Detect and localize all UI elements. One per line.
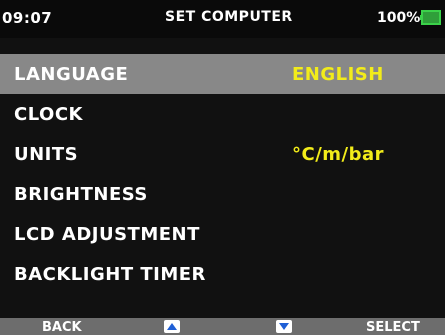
menu-item-lcd-adjustment[interactable]: LCD ADJUSTMENT xyxy=(0,214,445,254)
battery-percentage: 100% xyxy=(377,10,421,26)
battery-icon xyxy=(421,10,441,25)
menu-item-clock[interactable]: CLOCK xyxy=(0,94,445,134)
screen-title: SET COMPUTER xyxy=(165,9,293,25)
menu-item-label: LCD ADJUSTMENT xyxy=(14,224,200,245)
menu-item-backlight-timer[interactable]: BACKLIGHT TIMER xyxy=(0,254,445,294)
clock-time: 09:07 xyxy=(2,9,53,27)
menu-item-label: BRIGHTNESS xyxy=(14,184,148,205)
menu-item-label: BACKLIGHT TIMER xyxy=(14,264,206,285)
arrow-up-icon[interactable] xyxy=(164,320,180,333)
menu-item-brightness[interactable]: BRIGHTNESS xyxy=(0,174,445,214)
select-button[interactable]: SELECT xyxy=(366,320,420,335)
back-button[interactable]: BACK xyxy=(42,320,82,335)
menu-item-label: LANGUAGE xyxy=(14,64,129,85)
status-bar: 09:07 SET COMPUTER 100% xyxy=(0,0,445,38)
menu-item-value: ENGLISH xyxy=(292,64,384,85)
arrow-down-icon[interactable] xyxy=(276,320,292,333)
softkey-bar: BACK SELECT xyxy=(0,318,445,335)
menu-item-units[interactable]: UNITS °C/m/bar xyxy=(0,134,445,174)
settings-menu: LANGUAGE ENGLISH CLOCK UNITS °C/m/bar BR… xyxy=(0,54,445,294)
menu-item-label: CLOCK xyxy=(14,104,83,125)
menu-item-language[interactable]: LANGUAGE ENGLISH xyxy=(0,54,445,94)
menu-item-label: UNITS xyxy=(14,144,79,165)
menu-item-value: °C/m/bar xyxy=(292,144,385,165)
